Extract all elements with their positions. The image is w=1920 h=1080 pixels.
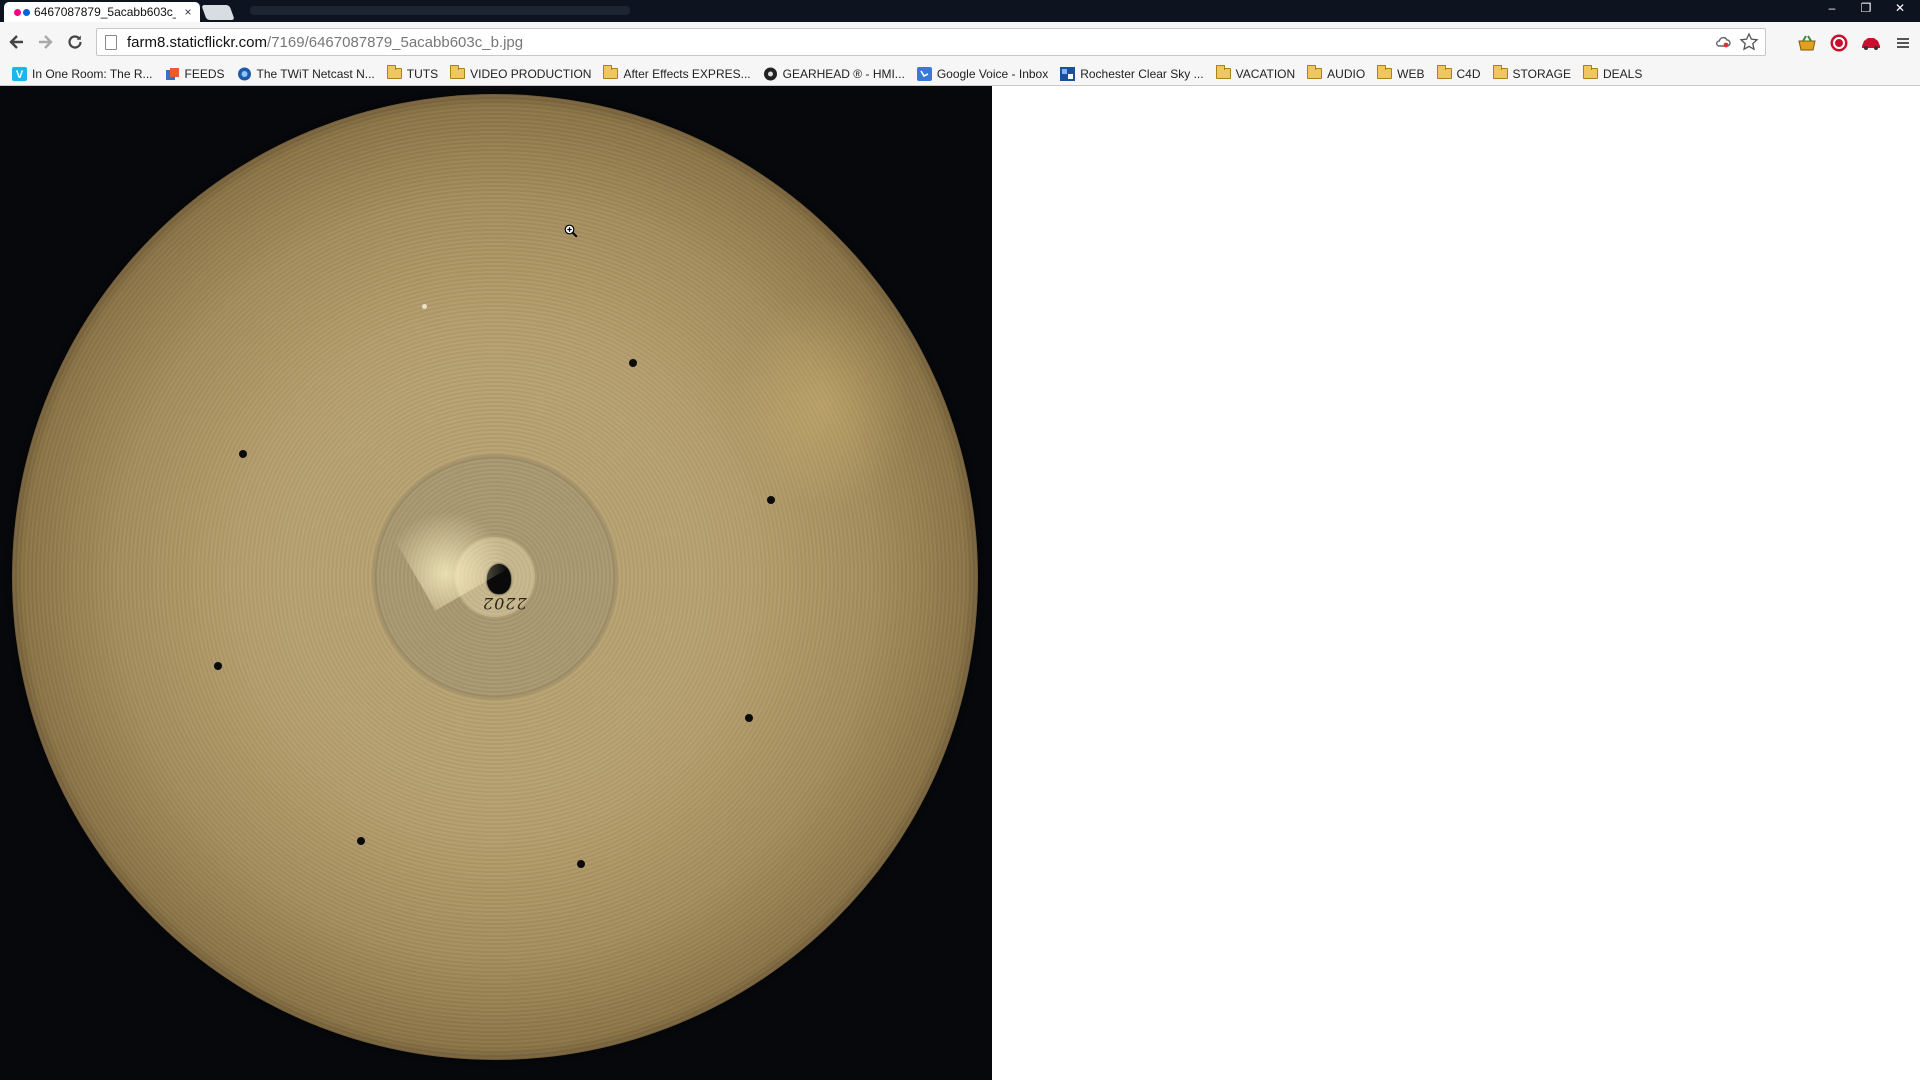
- twit-icon: [237, 67, 252, 81]
- flickr-favicon-icon: [14, 7, 30, 17]
- folder-icon: [1492, 65, 1508, 81]
- browser-toolbar: farm8.staticflickr.com/7169/6467087879_5…: [0, 22, 1920, 62]
- bookmark-label: C4D: [1456, 66, 1481, 81]
- svg-text:V: V: [16, 69, 24, 81]
- bookmark-item[interactable]: GEARHEAD ® - HMI...: [757, 64, 911, 84]
- bookmark-item[interactable]: DEALS: [1577, 64, 1648, 84]
- tab-active[interactable]: 6467087879_5acabb603c_b ×: [4, 2, 200, 22]
- bookmark-label: Google Voice - Inbox: [936, 66, 1049, 81]
- url-path: /7169/6467087879_5acabb603c_b.jpg: [267, 33, 524, 51]
- google-voice-icon: [916, 66, 932, 81]
- bookmark-label: GEARHEAD ® - HMI...: [782, 66, 905, 81]
- bookmark-item[interactable]: VACATION: [1210, 64, 1302, 84]
- back-arrow-icon: [9, 35, 23, 49]
- extension-icons: [1796, 32, 1914, 54]
- tabstrip-blurred-area: [250, 6, 630, 15]
- back-button[interactable]: [4, 29, 30, 55]
- bookmark-item[interactable]: FEEDS: [159, 64, 231, 84]
- extension-basket-icon[interactable]: [1796, 32, 1818, 54]
- bookmark-label: In One Room: The R...: [32, 66, 153, 81]
- bookmark-item[interactable]: VIDEO PRODUCTION: [444, 64, 597, 84]
- bookmark-label: WEB: [1397, 66, 1425, 81]
- page-icon: [105, 34, 117, 50]
- extension-stop-icon[interactable]: [1828, 32, 1850, 54]
- bookmarks-bar: V In One Room: The R... FEEDS The TWiT Netc…: [0, 62, 1920, 86]
- bookmark-label: Rochester Clear Sky ...: [1080, 66, 1204, 81]
- rivet-hole: [357, 837, 365, 845]
- folder-icon: [1307, 65, 1323, 81]
- cymbal-highlight: [732, 294, 912, 514]
- bookmark-label: DEALS: [1603, 66, 1643, 81]
- bookmark-item[interactable]: Rochester Clear Sky ...: [1054, 64, 1209, 84]
- close-window-button[interactable]: ✕: [1888, 0, 1912, 16]
- cloud-icon[interactable]: [1715, 34, 1731, 55]
- bookmark-label: VACATION: [1235, 66, 1296, 81]
- window-controls: – ❐ ✕: [1820, 0, 1912, 16]
- crack-mark: [422, 304, 427, 309]
- rivet-hole: [745, 714, 753, 722]
- folder-icon: [1377, 65, 1393, 81]
- url-host: farm8.staticflickr.com: [127, 33, 268, 51]
- bookmark-item[interactable]: V In One Room: The R...: [6, 64, 159, 84]
- rivet-hole: [629, 359, 637, 367]
- bookmark-label: AUDIO: [1327, 66, 1366, 81]
- bookmark-star-icon[interactable]: [1739, 32, 1759, 57]
- page-content: 2202: [0, 86, 1920, 1080]
- clear-sky-icon: [1060, 66, 1076, 81]
- bookmark-label: TUTS: [406, 66, 439, 81]
- bookmark-label: FEEDS: [184, 66, 225, 81]
- bookmark-item[interactable]: AUDIO: [1301, 64, 1371, 84]
- bookmark-label: VIDEO PRODUCTION: [470, 66, 592, 81]
- tab-strip: 6467087879_5acabb603c_b × – ❐ ✕: [0, 0, 1920, 22]
- bookmark-item[interactable]: The TWiT Netcast N...: [231, 64, 381, 84]
- rivet-hole: [577, 860, 585, 868]
- tab-title: 6467087879_5acabb603c_b: [34, 5, 176, 19]
- reload-icon: [68, 35, 82, 49]
- folder-icon: [450, 65, 466, 81]
- cymbal-stamp: 2202: [482, 594, 527, 613]
- folder-icon: [386, 65, 402, 81]
- bookmark-item[interactable]: TUTS: [381, 64, 444, 84]
- extension-car-icon[interactable]: [1860, 32, 1882, 54]
- tab-close-icon[interactable]: ×: [182, 5, 194, 19]
- address-bar[interactable]: farm8.staticflickr.com/7169/6467087879_5…: [96, 28, 1766, 56]
- rivet-hole: [239, 450, 247, 458]
- bookmark-item[interactable]: C4D: [1431, 64, 1487, 84]
- bookmark-item[interactable]: After Effects EXPRES...: [597, 64, 756, 84]
- bookmark-label: After Effects EXPRES...: [623, 66, 751, 81]
- folder-icon: [1436, 65, 1452, 81]
- restore-button[interactable]: ❐: [1854, 0, 1878, 16]
- rivet-hole: [214, 662, 222, 670]
- feed-icon: [165, 67, 180, 81]
- cymbal-photo[interactable]: 2202: [0, 86, 992, 1080]
- folder-icon: [1583, 65, 1598, 81]
- zoom-in-cursor-icon: [564, 224, 578, 238]
- chrome-menu-icon[interactable]: [1892, 32, 1914, 54]
- bookmark-item[interactable]: STORAGE: [1487, 64, 1577, 84]
- forward-arrow-icon: [39, 35, 53, 49]
- minimize-button[interactable]: –: [1820, 0, 1844, 16]
- rivet-hole: [767, 496, 775, 504]
- folder-icon: [1215, 65, 1231, 81]
- cymbal: 2202: [12, 94, 978, 1060]
- reload-button[interactable]: [62, 29, 88, 55]
- vimeo-icon: V: [12, 66, 27, 81]
- bookmark-label: The TWiT Netcast N...: [256, 66, 375, 81]
- bookmark-label: STORAGE: [1512, 66, 1571, 81]
- folder-icon: [603, 65, 619, 81]
- bookmark-item[interactable]: Google Voice - Inbox: [911, 64, 1054, 84]
- new-tab-button[interactable]: [201, 5, 235, 20]
- forward-button[interactable]: [32, 29, 58, 55]
- bookmark-item[interactable]: WEB: [1371, 64, 1430, 84]
- cymbal-center-hole: [487, 564, 511, 594]
- gearhead-icon: [763, 67, 778, 81]
